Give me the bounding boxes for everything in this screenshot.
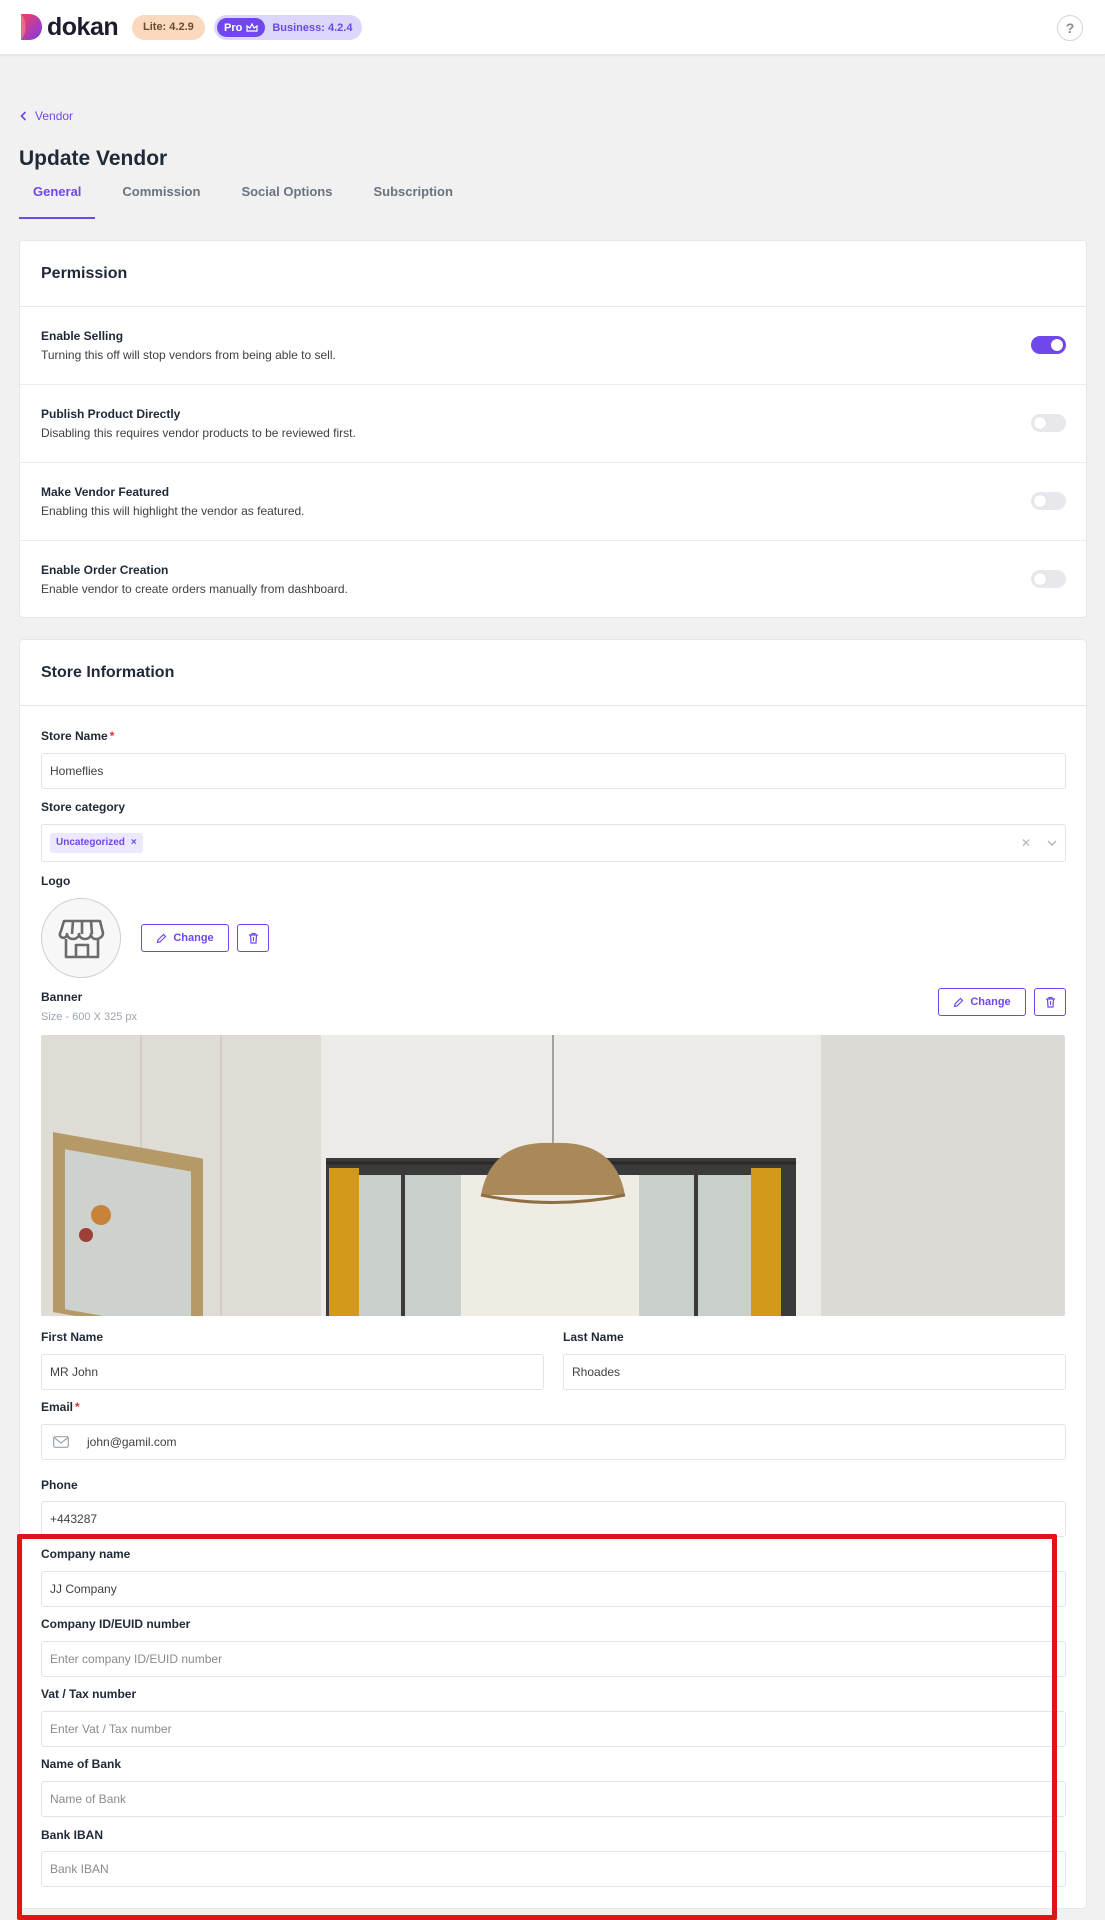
permission-row-description: Disabling this requires vendor products … <box>41 426 356 440</box>
tab-commission[interactable]: Commission <box>108 184 214 219</box>
banner-label: Banner <box>41 990 83 1004</box>
store-banner-image <box>41 1035 1065 1316</box>
brand-name: dokan <box>47 12 119 41</box>
store-name-label: Store Name * <box>41 729 115 743</box>
tab-general[interactable]: General <box>19 184 96 219</box>
banner-change-button[interactable]: Change <box>938 988 1026 1016</box>
vat-tax-label: Vat / Tax number <box>41 1687 137 1701</box>
publish-product-toggle[interactable] <box>1031 414 1066 432</box>
phone-label: Phone <box>41 1478 78 1492</box>
brand-logo[interactable]: dokan <box>19 12 119 42</box>
bank-iban-label: Bank IBAN <box>41 1828 104 1842</box>
tab-bar: General Commission Social Options Subscr… <box>19 184 480 220</box>
permission-row-description: Enabling this will highlight the vendor … <box>41 504 305 518</box>
vat-tax-input[interactable]: Enter Vat / Tax number <box>41 1711 1066 1747</box>
make-featured-toggle[interactable] <box>1031 492 1066 510</box>
crown-icon <box>246 22 258 32</box>
chevron-down-icon[interactable] <box>1047 840 1057 846</box>
logo-change-label: Change <box>173 932 214 944</box>
logo-delete-button[interactable] <box>237 924 269 952</box>
chip-remove-icon[interactable]: × <box>131 837 137 848</box>
pencil-icon <box>157 933 167 943</box>
store-category-select[interactable]: Uncategorized × ✕ <box>41 824 1066 862</box>
phone-input[interactable]: +443287 <box>41 1501 1066 1537</box>
page-title: Update Vendor <box>19 147 168 170</box>
envelope-icon <box>53 1436 69 1448</box>
business-badge-label: Business: 4.2.4 <box>272 21 353 34</box>
category-chip: Uncategorized × <box>50 833 143 853</box>
permission-title: Permission <box>20 241 1086 307</box>
enable-selling-toggle[interactable] <box>1031 336 1066 354</box>
first-name-input[interactable]: MR John <box>41 1354 544 1390</box>
order-creation-toggle[interactable] <box>1031 570 1066 588</box>
store-category-label: Store category <box>41 800 126 814</box>
logo-change-button[interactable]: Change <box>141 924 229 952</box>
trash-icon <box>1045 996 1055 1008</box>
banner-delete-button[interactable] <box>1034 988 1066 1016</box>
store-information-card: Store Information Store Name * Homeflies … <box>19 639 1087 1909</box>
dokan-logo-icon <box>19 12 43 42</box>
pencil-icon <box>954 997 964 1007</box>
permission-row-title: Make Vendor Featured <box>41 485 170 499</box>
permission-row-title: Enable Order Creation <box>41 563 169 577</box>
permission-row-description: Enable vendor to create orders manually … <box>41 582 348 596</box>
chevron-left-icon <box>20 111 27 121</box>
store-logo-image <box>41 898 121 978</box>
tab-subscription[interactable]: Subscription <box>359 184 466 219</box>
pro-badge: Pro <box>217 18 266 37</box>
last-name-label: Last Name <box>563 1330 624 1344</box>
email-value: john@gamil.com <box>87 1435 177 1449</box>
permission-row-title: Enable Selling <box>41 329 124 343</box>
pro-badge-label: Pro <box>224 21 243 34</box>
permission-row-publish-product: Publish Product Directly Disabling this … <box>20 385 1086 463</box>
email-label: Email * <box>41 1400 80 1414</box>
clear-selection-icon[interactable]: ✕ <box>1021 826 1031 860</box>
store-name-input[interactable]: Homeflies <box>41 753 1066 789</box>
store-icon <box>58 919 105 959</box>
company-id-input[interactable]: Enter company ID/EUID number <box>41 1641 1066 1677</box>
back-to-vendor-link[interactable]: Vendor <box>20 109 73 123</box>
bank-name-input[interactable]: Name of Bank <box>41 1781 1066 1817</box>
company-id-label: Company ID/EUID number <box>41 1617 191 1631</box>
logo-label: Logo <box>41 874 71 888</box>
permission-row-featured: Make Vendor Featured Enabling this will … <box>20 463 1086 541</box>
last-name-input[interactable]: Rhoades <box>563 1354 1066 1390</box>
bank-iban-input[interactable]: Bank IBAN <box>41 1851 1066 1887</box>
company-name-label: Company name <box>41 1547 131 1561</box>
lite-version-badge: Lite: 4.2.9 <box>132 15 205 40</box>
permission-row-order-creation: Enable Order Creation Enable vendor to c… <box>20 541 1086 619</box>
pro-version-badge: Pro Business: 4.2.4 <box>214 15 363 40</box>
banner-size-hint: Size - 600 X 325 px <box>41 1011 138 1023</box>
email-input[interactable]: john@gamil.com <box>41 1424 1066 1460</box>
back-link-label: Vendor <box>35 109 74 123</box>
help-button[interactable]: ? <box>1057 15 1083 41</box>
trash-icon <box>248 932 258 944</box>
permission-row-enable-selling: Enable Selling Turning this off will sto… <box>20 307 1086 385</box>
permission-row-title: Publish Product Directly <box>41 407 181 421</box>
store-information-title: Store Information <box>20 640 1086 706</box>
bank-name-label: Name of Bank <box>41 1757 122 1771</box>
first-name-label: First Name <box>41 1330 104 1344</box>
permission-card: Permission Enable Selling Turning this o… <box>19 240 1087 618</box>
banner-change-label: Change <box>970 996 1011 1008</box>
company-name-input[interactable]: JJ Company <box>41 1571 1066 1607</box>
top-bar: dokan Lite: 4.2.9 Pro Business: 4.2.4 ? <box>0 0 1105 55</box>
permission-row-description: Turning this off will stop vendors from … <box>41 348 336 362</box>
tab-social-options[interactable]: Social Options <box>227 184 346 219</box>
